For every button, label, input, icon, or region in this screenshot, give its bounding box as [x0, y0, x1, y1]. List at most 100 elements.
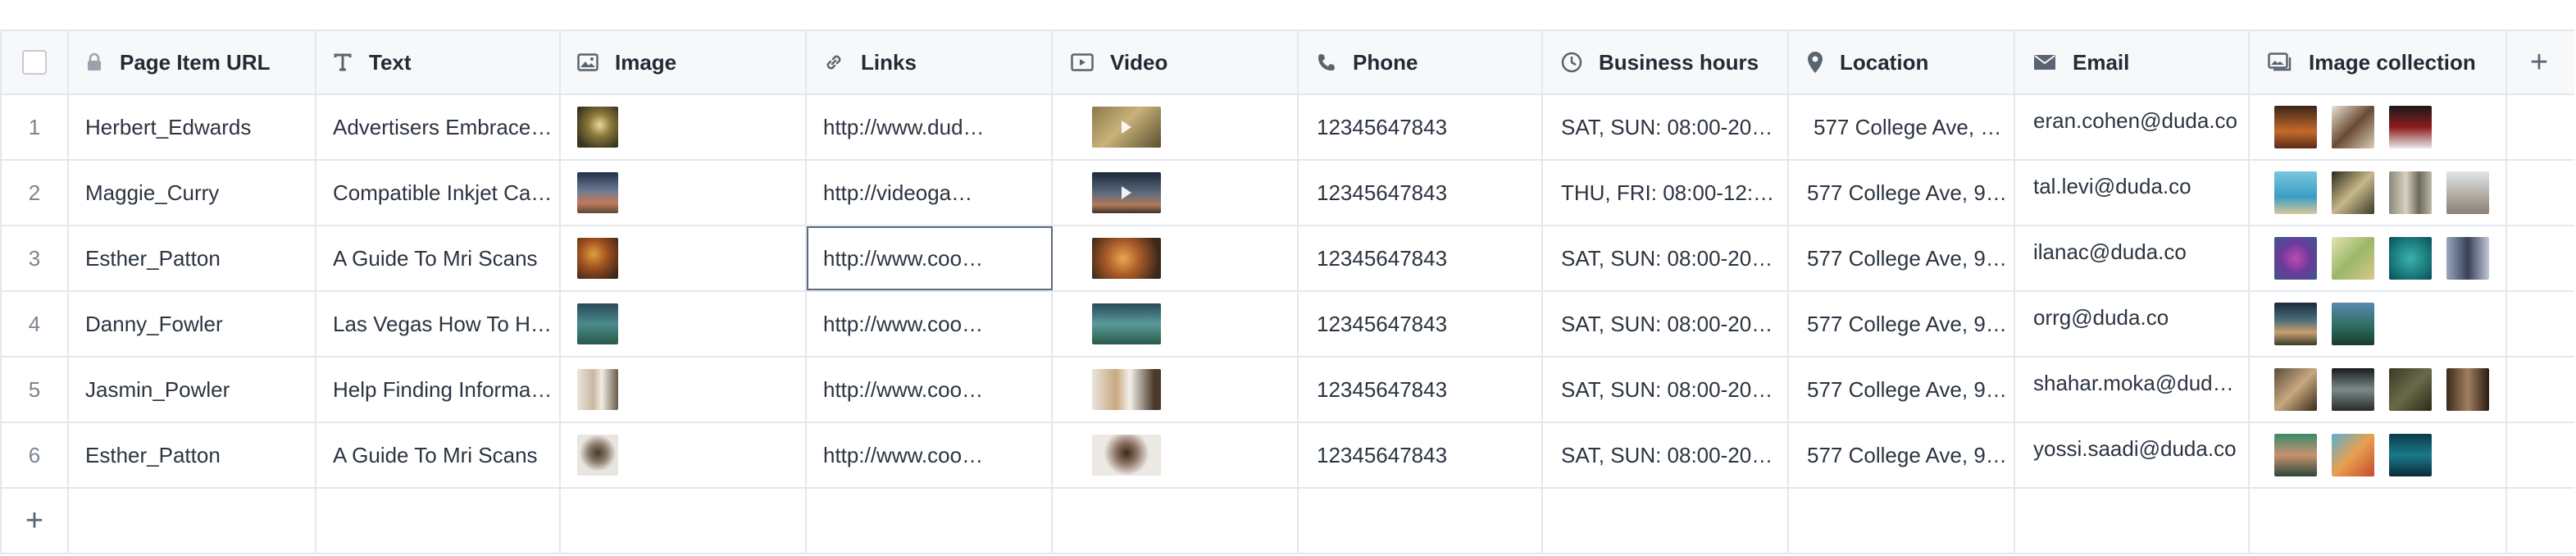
- video-cell[interactable]: [1053, 292, 1299, 356]
- image-collection-cell[interactable]: [2250, 292, 2507, 356]
- email-cell[interactable]: orrg@duda.co: [2015, 292, 2250, 356]
- image-icon: [577, 53, 598, 71]
- email-cell[interactable]: ilanac@duda.co: [2015, 226, 2250, 290]
- image-cell[interactable]: [561, 95, 807, 159]
- page-item-url-cell[interactable]: Herbert_Edwards: [69, 95, 316, 159]
- location-cell[interactable]: 577 College Ave, 94306, Palo Alto: [1789, 95, 2015, 159]
- text-cell[interactable]: Compatible Inkjet Cartridge: [316, 161, 561, 225]
- links-cell[interactable]: http://www.cooking.com/: [807, 358, 1053, 422]
- column-header-business-hours[interactable]: Business hours: [1543, 31, 1789, 93]
- image-cell[interactable]: [561, 423, 807, 487]
- location-cell[interactable]: 577 College Ave, 94306, Palo Alto: [1789, 423, 2015, 487]
- column-label: Image: [615, 49, 677, 75]
- video-cell[interactable]: [1053, 161, 1299, 225]
- page-item-url-cell[interactable]: Esther_Patton: [69, 423, 316, 487]
- links-cell[interactable]: http://videogames.com/: [807, 161, 1053, 225]
- business-hours-cell[interactable]: SAT, SUN: 08:00-20:00;: [1543, 358, 1789, 422]
- table-row[interactable]: 2 Maggie_Curry Compatible Inkjet Cartrid…: [2, 161, 2574, 226]
- image-collection-cell[interactable]: [2250, 423, 2507, 487]
- collection-thumbnail: [2274, 237, 2317, 280]
- column-label: Links: [861, 49, 917, 75]
- column-header-email[interactable]: Email: [2015, 31, 2250, 93]
- location-pin-icon: [1807, 51, 1823, 74]
- page-item-url-cell[interactable]: Danny_Fowler: [69, 292, 316, 356]
- email-cell[interactable]: shahar.moka@duda.co: [2015, 358, 2250, 422]
- image-cell[interactable]: [561, 226, 807, 290]
- location-cell[interactable]: 577 College Ave, 94306, Palo Alto: [1789, 161, 2015, 225]
- text-icon: [333, 52, 353, 72]
- business-hours-cell[interactable]: SAT, SUN: 08:00-20:00;: [1543, 423, 1789, 487]
- phone-cell[interactable]: 12345647843: [1299, 423, 1543, 487]
- business-hours-cell[interactable]: THU, FRI: 08:00-12:00;: [1543, 161, 1789, 225]
- table-row[interactable]: 4 Danny_Fowler Las Vegas How To Have Fun…: [2, 292, 2574, 358]
- image-cell[interactable]: [561, 292, 807, 356]
- table-row[interactable]: 5 Jasmin_Powler Help Finding Information…: [2, 358, 2574, 423]
- image-collection-cell[interactable]: [2250, 161, 2507, 225]
- empty-cell: [807, 489, 1053, 553]
- table-row[interactable]: 1 Herbert_Edwards Advertisers Embrace Ri…: [2, 95, 2574, 161]
- location-cell[interactable]: 577 College Ave, 94306, Palo Alto: [1789, 358, 2015, 422]
- row-extra-cell: [2507, 161, 2571, 225]
- plus-icon: +: [25, 504, 44, 538]
- select-all-checkbox[interactable]: [22, 50, 47, 75]
- business-hours-cell[interactable]: SAT, SUN: 08:00-20:00;: [1543, 226, 1789, 290]
- page-item-url-cell[interactable]: Maggie_Curry: [69, 161, 316, 225]
- table-header-row: Page Item URL Text Image Links Video Pho…: [2, 31, 2574, 95]
- text-cell[interactable]: A Guide To Mri Scans: [316, 226, 561, 290]
- table-row[interactable]: 6 Esther_Patton A Guide To Mri Scans htt…: [2, 423, 2574, 489]
- phone-cell[interactable]: 12345647843: [1299, 226, 1543, 290]
- links-cell[interactable]: http://www.duda.co/: [807, 95, 1053, 159]
- video-cell[interactable]: [1053, 95, 1299, 159]
- phone-cell[interactable]: 12345647843: [1299, 95, 1543, 159]
- image-cell[interactable]: [561, 358, 807, 422]
- add-column-button[interactable]: +: [2507, 31, 2571, 93]
- image-cell[interactable]: [561, 161, 807, 225]
- column-header-image[interactable]: Image: [561, 31, 807, 93]
- video-cell[interactable]: [1053, 226, 1299, 290]
- image-collection-cell[interactable]: [2250, 95, 2507, 159]
- email-cell[interactable]: yossi.saadi@duda.co: [2015, 423, 2250, 487]
- column-header-page-item-url[interactable]: Page Item URL: [69, 31, 316, 93]
- column-header-text[interactable]: Text: [316, 31, 561, 93]
- text-cell[interactable]: A Guide To Mri Scans: [316, 423, 561, 487]
- video-thumbnail: [1092, 172, 1161, 213]
- column-label: Text: [369, 49, 412, 75]
- row-number: 4: [2, 292, 69, 356]
- video-cell[interactable]: [1053, 423, 1299, 487]
- links-cell[interactable]: http://www.cooking.com/: [807, 423, 1053, 487]
- links-cell[interactable]: http://www.cooking.com/: [807, 292, 1053, 356]
- table-row[interactable]: 3 Esther_Patton A Guide To Mri Scans htt…: [2, 226, 2574, 292]
- collection-thumbnail: [2274, 303, 2317, 345]
- phone-cell[interactable]: 12345647843: [1299, 292, 1543, 356]
- phone-cell[interactable]: 12345647843: [1299, 161, 1543, 225]
- collection-thumbnail: [2389, 368, 2432, 411]
- text-cell[interactable]: Advertisers Embrace Rich Media Online Ad…: [316, 95, 561, 159]
- location-cell[interactable]: 577 College Ave, 94306, Palo Alto: [1789, 292, 2015, 356]
- business-hours-cell[interactable]: SAT, SUN: 08:00-20:00;: [1543, 292, 1789, 356]
- add-row-button[interactable]: +: [2, 489, 69, 553]
- image-collection-cell[interactable]: [2250, 226, 2507, 290]
- video-thumbnail: [1092, 303, 1161, 344]
- text-cell[interactable]: Las Vegas How To Have Fun: [316, 292, 561, 356]
- location-cell[interactable]: 577 College Ave, 94306, Palo Alto: [1789, 226, 2015, 290]
- phone-icon: [1317, 52, 1336, 72]
- links-cell-selected[interactable]: http://www.cooking.com/: [807, 226, 1053, 290]
- page-item-url-cell[interactable]: Jasmin_Powler: [69, 358, 316, 422]
- column-header-location[interactable]: Location: [1789, 31, 2015, 93]
- collection-thumbnail: [2389, 434, 2432, 476]
- column-header-phone[interactable]: Phone: [1299, 31, 1543, 93]
- column-header-image-collection[interactable]: Image collection: [2250, 31, 2507, 93]
- business-hours-cell[interactable]: SAT, SUN: 08:00-20:00;: [1543, 95, 1789, 159]
- column-label: Phone: [1353, 49, 1418, 75]
- phone-cell[interactable]: 12345647843: [1299, 358, 1543, 422]
- image-collection-cell[interactable]: [2250, 358, 2507, 422]
- column-header-video[interactable]: Video: [1053, 31, 1299, 93]
- column-header-links[interactable]: Links: [807, 31, 1053, 93]
- add-row: +: [2, 489, 2574, 554]
- page-item-url-cell[interactable]: Esther_Patton: [69, 226, 316, 290]
- email-cell[interactable]: eran.cohen@duda.co: [2015, 95, 2250, 159]
- video-cell[interactable]: [1053, 358, 1299, 422]
- text-cell[interactable]: Help Finding Information Online: [316, 358, 561, 422]
- video-thumbnail: [1092, 238, 1161, 279]
- email-cell[interactable]: tal.levi@duda.co: [2015, 161, 2250, 225]
